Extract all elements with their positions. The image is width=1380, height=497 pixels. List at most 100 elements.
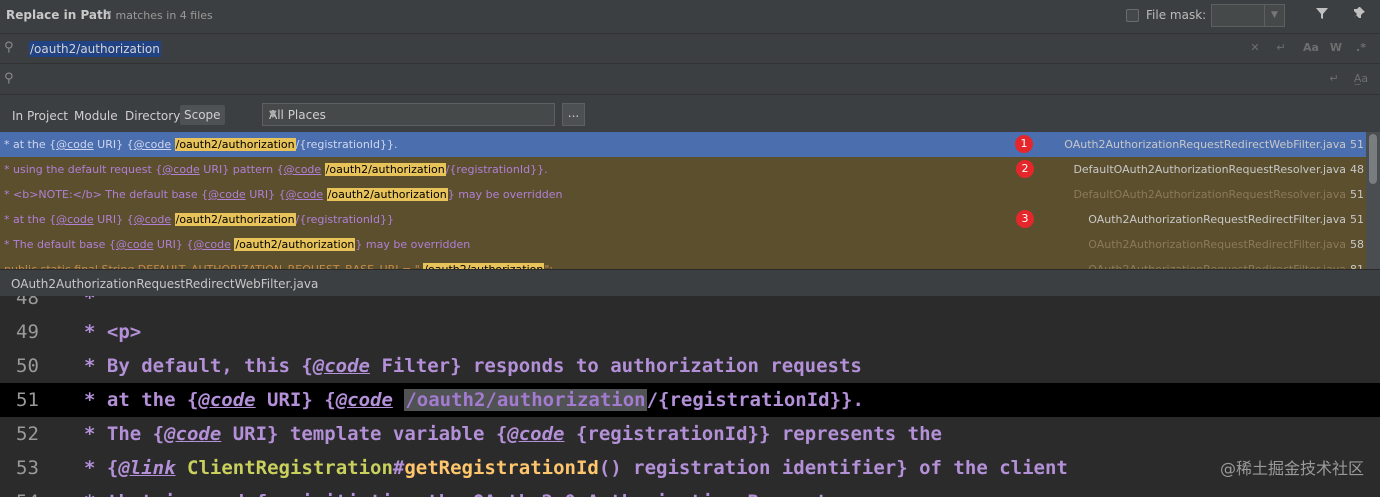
class-ref: ClientRegistration xyxy=(187,457,393,479)
result-row[interactable]: public static final String DEFAULT_AUTHO… xyxy=(0,257,1366,269)
doc-tag: @code xyxy=(335,389,393,411)
code-text: * that is used for initiating the OAuth … xyxy=(84,491,839,497)
code-text: * {@link ClientRegistration#getRegistrat… xyxy=(84,457,1068,479)
match-case-toggle[interactable]: Aa xyxy=(1302,41,1320,54)
result-row[interactable]: * at the {@code URI} {@code /oauth2/auth… xyxy=(0,207,1366,232)
line-number: 50 xyxy=(16,355,39,377)
code-tag: @code xyxy=(208,188,246,201)
newline-icon[interactable]: ↵ xyxy=(1325,72,1343,85)
match-highlight: /oauth2/authorization xyxy=(404,389,647,411)
result-text: * at the {@code URI} {@code /oauth2/auth… xyxy=(4,213,395,226)
code-line: 54 * that is used for initiating the OAut… xyxy=(0,485,1380,497)
match-count: 7 matches in 4 files xyxy=(105,9,213,22)
code-tag: @code xyxy=(285,188,324,201)
code-text: * xyxy=(84,296,96,309)
watermark: @稀土掘金技术社区 xyxy=(1219,459,1364,478)
code-tag: @code xyxy=(283,163,322,176)
file-mask-combo[interactable]: ▼ xyxy=(1211,4,1285,27)
code-tag: @code xyxy=(115,238,154,251)
line-number: 48 xyxy=(16,296,39,309)
result-text: * <b>NOTE:</b> The default base {@code U… xyxy=(4,188,563,201)
result-file: OAuth2AuthorizationRequestRedirectWebFil… xyxy=(1064,138,1346,151)
match-highlight: /oauth2/authorization xyxy=(234,238,356,251)
code-line: 53 * {@link ClientRegistration#getRegistr… xyxy=(0,451,1380,485)
result-line: 51 xyxy=(1350,138,1364,151)
code-line: 48 * xyxy=(0,296,1380,315)
doc-tag: @code xyxy=(198,389,256,411)
doc-tag: @code xyxy=(312,355,370,377)
code-line: 50 * By default, this {@code Filter} resp… xyxy=(0,349,1380,383)
tab-scope[interactable]: Scope xyxy=(180,105,225,125)
scope-row: In Project Module Directory Scope All Pl… xyxy=(0,96,1380,132)
result-line: 51 xyxy=(1350,213,1364,226)
code-text: * By default, this {@code Filter} respon… xyxy=(84,355,862,377)
doc-tag: @code xyxy=(507,423,565,445)
result-file: DefaultOAuth2AuthorizationRequestResolve… xyxy=(1073,188,1346,201)
result-row[interactable]: * The default base {@code URI} {@code /o… xyxy=(0,232,1366,257)
chevron-down-icon[interactable]: ▼ xyxy=(269,109,549,120)
scrollbar-thumb[interactable] xyxy=(1369,134,1377,184)
result-text: * at the {@code URI} {@code /oauth2/auth… xyxy=(4,138,398,151)
code-text: * The {@code URI} template variable {@co… xyxy=(84,423,942,445)
result-text: * using the default request {@code URI} … xyxy=(4,163,548,176)
line-number: 52 xyxy=(16,423,39,445)
match-highlight: /oauth2/authorization xyxy=(174,213,296,226)
code-line: 51 * at the {@code URI} {@code /oauth2/au… xyxy=(0,383,1380,417)
doc-tag: @link xyxy=(118,457,176,479)
method-ref: getRegistrationId xyxy=(404,457,599,479)
doc-tag: @code xyxy=(164,423,222,445)
result-file: OAuth2AuthorizationRequestRedirectFilter… xyxy=(1088,213,1346,226)
line-number: 53 xyxy=(16,457,39,479)
code-tag: @code xyxy=(56,213,94,226)
result-line: 51 xyxy=(1350,188,1364,201)
preview-filename: OAuth2AuthorizationRequestRedirectWebFil… xyxy=(11,277,319,291)
tab-directory[interactable]: Directory xyxy=(125,109,180,123)
regex-toggle[interactable]: .* xyxy=(1352,41,1370,54)
annotation-badge: 3 xyxy=(1016,210,1034,228)
replace-input[interactable] xyxy=(29,72,1229,88)
result-row[interactable]: * at the {@code URI} {@code /oauth2/auth… xyxy=(0,132,1366,157)
search-icon[interactable]: ⚲ xyxy=(4,40,14,55)
annotation-badge: 2 xyxy=(1016,160,1034,178)
code-tag: @code xyxy=(56,138,94,151)
file-mask-checkbox[interactable] xyxy=(1126,9,1139,22)
dialog-title: Replace in Path xyxy=(6,8,112,22)
chevron-down-icon[interactable]: ▼ xyxy=(1264,5,1284,26)
result-row[interactable]: * <b>NOTE:</b> The default base {@code U… xyxy=(0,182,1366,207)
result-line: 58 xyxy=(1350,238,1364,251)
tab-in-project[interactable]: In Project xyxy=(12,109,68,123)
scope-select[interactable]: All Places ▼ xyxy=(262,103,555,126)
preserve-case-toggle[interactable]: A̲a xyxy=(1352,72,1370,85)
filter-icon[interactable] xyxy=(1313,6,1331,26)
result-file: OAuth2AuthorizationRequestRedirectFilter… xyxy=(1088,238,1346,251)
file-mask-label: File mask: xyxy=(1146,8,1207,22)
match-highlight: /oauth2/authorization xyxy=(174,138,296,151)
scope-more-button[interactable]: ... xyxy=(562,103,585,126)
code-tag: @code xyxy=(162,163,200,176)
result-line: 48 xyxy=(1350,163,1364,176)
code-text: * at the {@code URI} {@code /oauth2/auth… xyxy=(84,389,864,411)
search-row: ⚲ /oauth2/authorization ✕ ↵ Aa W .* xyxy=(0,34,1380,64)
clear-icon[interactable]: ✕ xyxy=(1246,41,1264,54)
results-list: * at the {@code URI} {@code /oauth2/auth… xyxy=(0,132,1380,269)
code-line: 49 * <p> xyxy=(0,315,1380,349)
result-text: * The default base {@code URI} {@code /o… xyxy=(4,238,471,251)
results-scrollbar[interactable] xyxy=(1366,132,1380,269)
dialog-header: Replace in Path 7 matches in 4 files Fil… xyxy=(0,0,1380,34)
newline-icon[interactable]: ↵ xyxy=(1272,41,1290,54)
code-line: 52 * The {@code URI} template variable {@… xyxy=(0,417,1380,451)
annotation-badge: 1 xyxy=(1015,135,1033,153)
search-input[interactable]: /oauth2/authorization xyxy=(29,41,161,57)
line-number: 51 xyxy=(16,389,39,411)
preview-tab[interactable]: OAuth2AuthorizationRequestRedirectWebFil… xyxy=(0,269,1380,296)
code-text: * <p> xyxy=(84,321,142,343)
code-tag: @code xyxy=(193,238,231,251)
code-tag: @code xyxy=(133,213,172,226)
replace-icon[interactable]: ⚲ xyxy=(4,71,14,86)
line-number: 49 xyxy=(16,321,39,343)
result-row[interactable]: * using the default request {@code URI} … xyxy=(0,157,1366,182)
whole-words-toggle[interactable]: W xyxy=(1327,41,1345,54)
pin-icon[interactable] xyxy=(1350,6,1368,26)
code-preview: 48 * 49 * <p> 50 * By default, this {@code Fi… xyxy=(0,296,1380,497)
tab-module[interactable]: Module xyxy=(74,109,118,123)
